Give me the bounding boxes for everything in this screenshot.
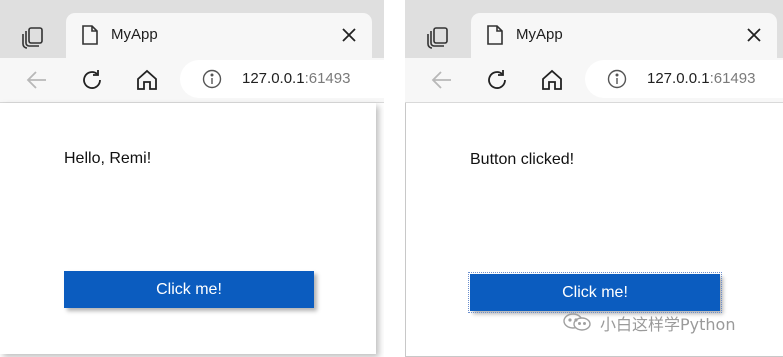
url-port: :61493 [709,70,756,87]
url-text: 127.0.0.1:61493 [647,70,755,87]
info-icon[interactable] [202,69,222,89]
browser-window-before: MyApp 127.0.0.1:61493 Hello, Remi! Click… [0,0,384,357]
tab-actions-icon[interactable] [425,23,451,49]
page-icon [485,24,505,46]
nav-toolbar: 127.0.0.1:61493 [405,58,783,103]
url-host: 127.0.0.1 [647,70,710,87]
home-icon[interactable] [134,67,160,93]
home-icon[interactable] [539,67,565,93]
page-content: Hello, Remi! Click me! [0,103,376,354]
page-icon [80,24,100,46]
watermark-text: 小白这样学Python [600,315,736,334]
status-label: Button clicked! [470,151,575,168]
greeting-label: Hello, Remi! [64,150,152,167]
tab-myapp[interactable]: MyApp [471,13,777,58]
refresh-icon[interactable] [484,67,510,93]
url-port: :61493 [304,70,351,87]
tab-actions-icon[interactable] [20,23,46,49]
refresh-icon[interactable] [79,67,105,93]
url-text: 127.0.0.1:61493 [242,70,350,87]
address-bar[interactable]: 127.0.0.1:61493 [585,60,783,98]
tab-bar: MyApp [0,0,384,58]
nav-toolbar: 127.0.0.1:61493 [0,58,384,103]
close-icon[interactable] [745,26,763,44]
back-arrow-icon[interactable] [429,67,455,93]
url-host: 127.0.0.1 [242,70,305,87]
click-me-button[interactable]: Click me! [468,272,722,313]
back-arrow-icon[interactable] [24,67,50,93]
address-bar[interactable]: 127.0.0.1:61493 [180,60,384,98]
tab-title: MyApp [516,26,563,43]
tab-bar: MyApp [405,0,783,58]
browser-window-after: MyApp 127.0.0.1:61493 Button clicked! Cl… [405,0,783,357]
tab-title: MyApp [111,26,158,43]
click-me-button[interactable]: Click me! [64,271,314,308]
close-icon[interactable] [340,26,358,44]
tab-myapp[interactable]: MyApp [66,13,372,58]
wechat-logo-icon [562,312,592,332]
info-icon[interactable] [607,69,627,89]
